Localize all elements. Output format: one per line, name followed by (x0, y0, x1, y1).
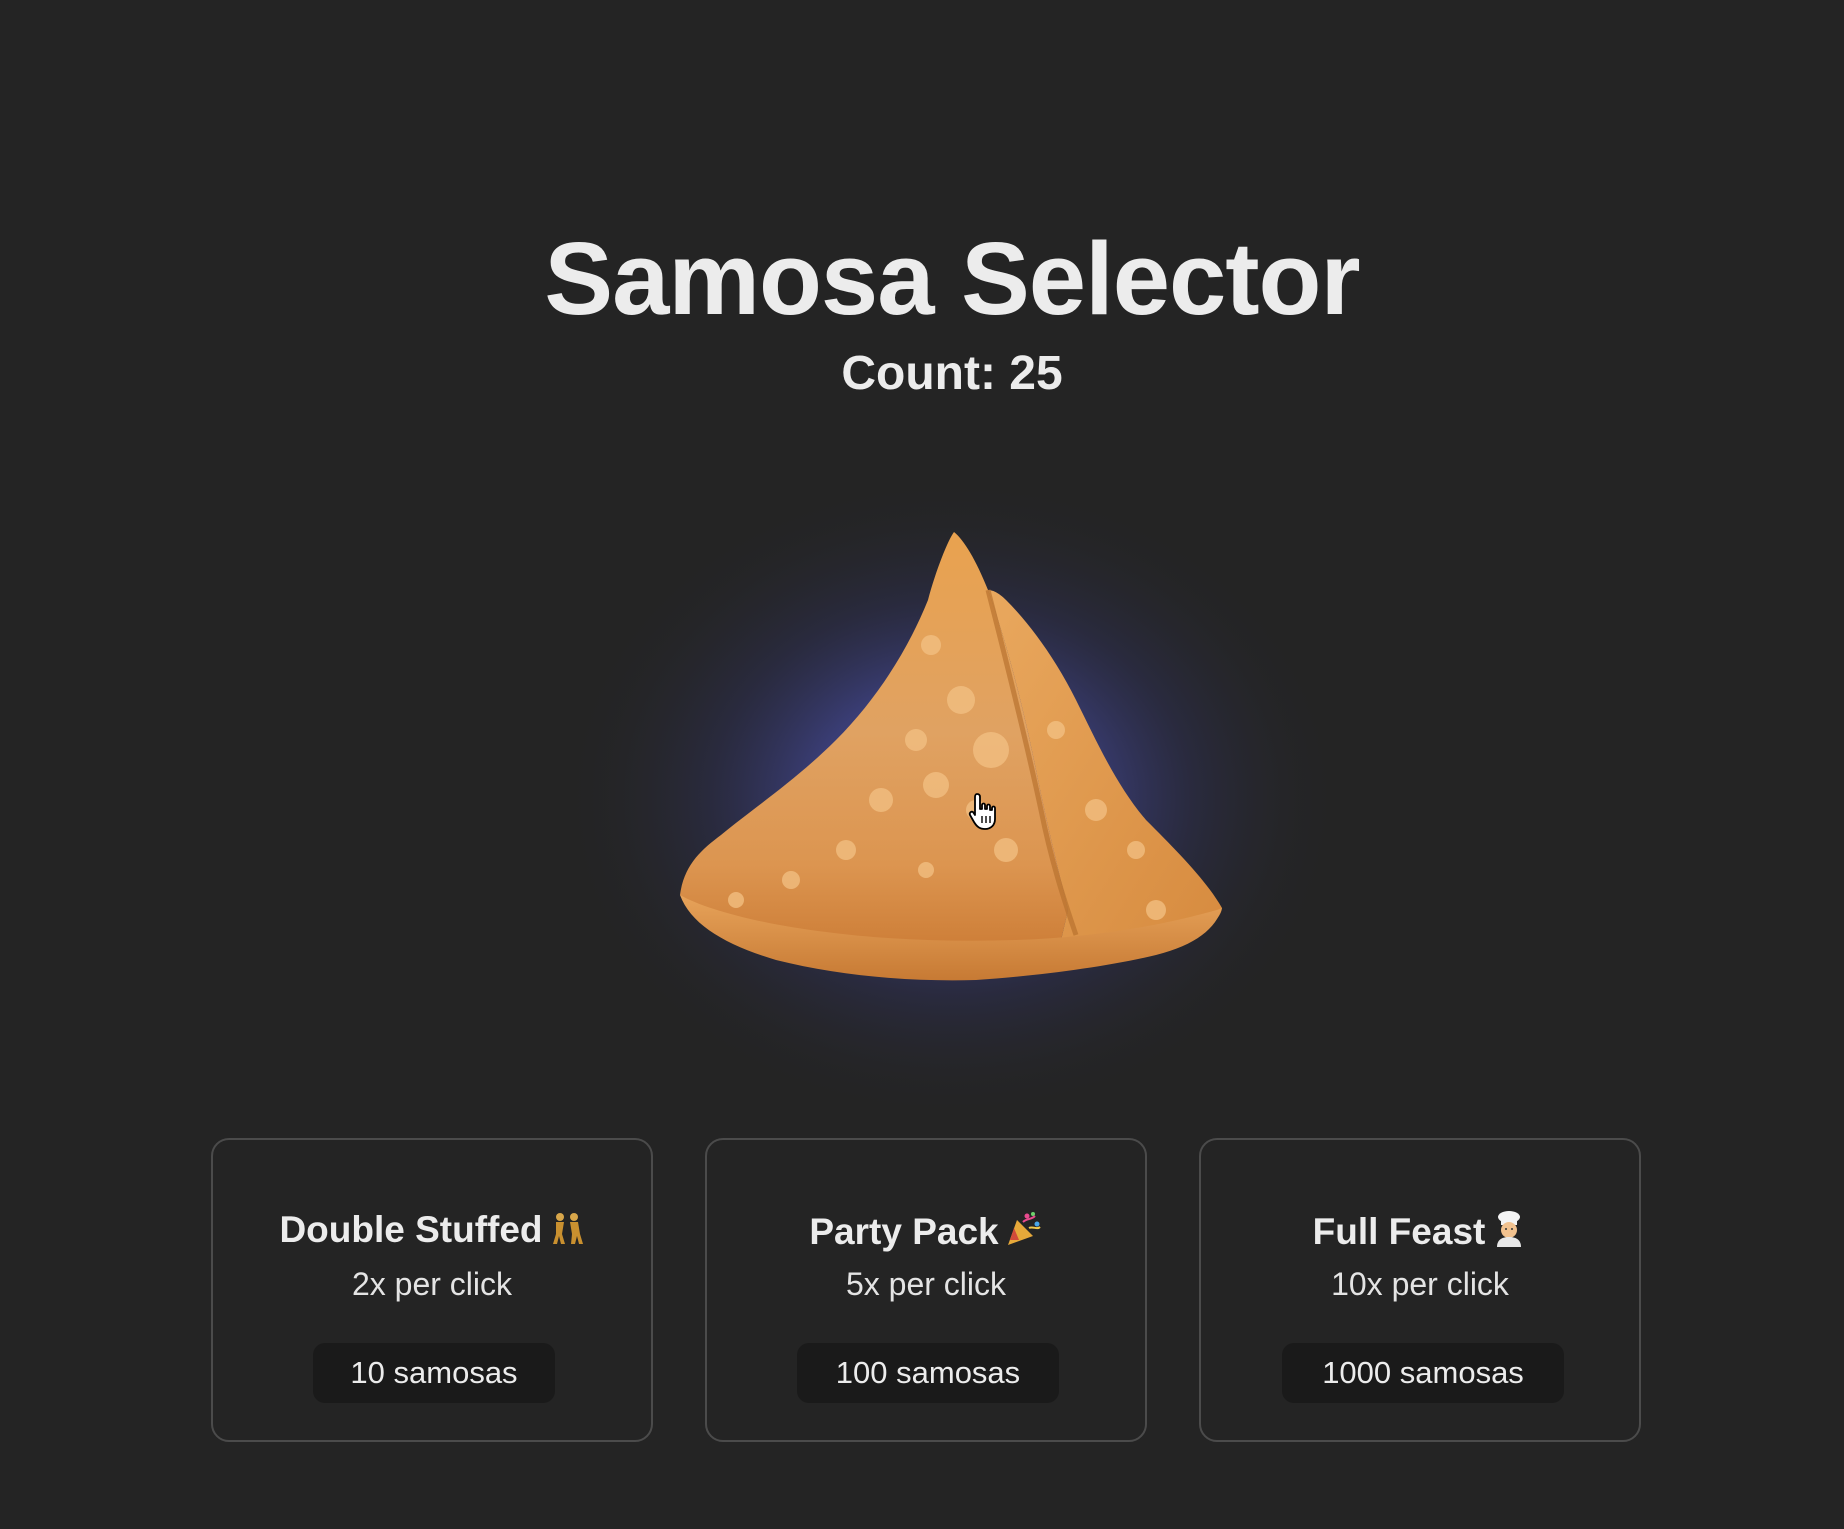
buy-double-stuffed-button[interactable]: 10 samosas (313, 1343, 555, 1403)
upgrade-card-double-stuffed[interactable]: Double Stuffed 2x per click 10 samosas (211, 1138, 653, 1442)
upgrade-title: Party Pack (707, 1210, 1145, 1254)
samosa-button[interactable] (536, 440, 1368, 1120)
upgrade-rate: 5x per click (845, 1266, 1007, 1302)
upgrade-title: Double Stuffed (213, 1210, 651, 1252)
upgrade-card-party-pack[interactable]: Party Pack 5x per click 100 samosas (705, 1138, 1147, 1442)
upgrade-rate: 10x per click (1331, 1266, 1509, 1302)
samosa-icon (552, 455, 1352, 1115)
chef-emoji-icon (1491, 1210, 1527, 1254)
upgrade-name: Party Pack (809, 1211, 999, 1252)
hand-cursor-icon (968, 793, 996, 830)
upgrades-row: Double Stuffed 2x per click 10 samosas P… (211, 1138, 1643, 1444)
app-root: Samosa Selector Count: 25 Double Stuffed… (0, 0, 1844, 1529)
upgrade-title: Full Feast (1201, 1210, 1639, 1254)
upgrade-rate: 2x per click (351, 1266, 513, 1302)
page-title: Samosa Selector (544, 221, 1360, 336)
buy-full-feast-button[interactable]: 1000 samosas (1282, 1343, 1564, 1403)
dancers-emoji-icon (549, 1210, 585, 1252)
samosa-counter: Count: 25 (841, 347, 1063, 400)
upgrade-name: Full Feast (1312, 1211, 1486, 1252)
upgrade-card-full-feast[interactable]: Full Feast 10x per click 1000 samosas (1199, 1138, 1641, 1442)
upgrade-name: Double Stuffed (279, 1209, 543, 1250)
party-popper-emoji-icon (1005, 1210, 1043, 1254)
buy-party-pack-button[interactable]: 100 samosas (797, 1343, 1059, 1403)
